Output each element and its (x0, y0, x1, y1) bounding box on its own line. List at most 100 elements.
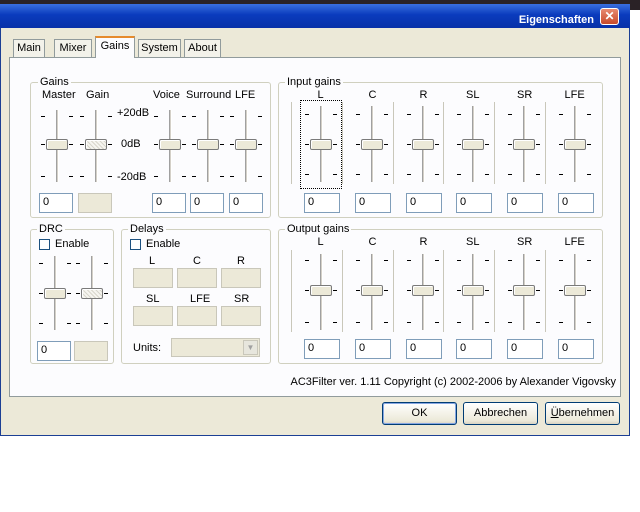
drc-enable-checkbox[interactable] (39, 239, 50, 250)
output-gain-slider-1-thumb[interactable] (361, 285, 383, 296)
input-gain-value-field-3[interactable]: 0 (456, 193, 492, 213)
output-gain-slider-0-tick-left (305, 322, 309, 323)
lfe-slider-tick-left (230, 176, 234, 177)
input-gain-slider-2-tick-left (407, 174, 411, 175)
output-gain-slider-4-tick-right (536, 290, 540, 291)
output-gain-slider-0-tick-right (333, 290, 337, 291)
input-gain-slider-0-tick-right (333, 114, 337, 115)
output-gain-slider-2-tick-right (435, 260, 439, 261)
drc-value-field[interactable]: 0 (37, 341, 71, 361)
input-gain-channel-label-2: R (419, 89, 428, 101)
input-gain-value-field-4[interactable]: 0 (507, 193, 543, 213)
drc-slider-1-thumb[interactable] (44, 288, 66, 299)
input-gain-slider-4-thumb[interactable] (513, 139, 535, 150)
surround-slider-tick-right (220, 116, 224, 117)
input-gain-slider-1-thumb[interactable] (361, 139, 383, 150)
tab-system[interactable]: System (138, 39, 181, 57)
apply-button[interactable]: Übernehmen (545, 402, 620, 425)
gain-slider-tick-right (108, 176, 112, 177)
input-gain-slider-1-tick-left (356, 174, 360, 175)
output-gain-slider-3-tick-left (457, 322, 461, 323)
surround-slider-tick-right (220, 176, 224, 177)
drc-second-field (74, 341, 108, 361)
output-gain-slider-2-tick-left (407, 322, 411, 323)
tab-main[interactable]: Main (13, 39, 45, 57)
delay-label-l: L (149, 255, 156, 267)
drc-slider-1-tick-left (39, 263, 43, 264)
surround-value-field[interactable]: 0 (190, 193, 224, 213)
output-gain-separator (291, 250, 292, 332)
gain-label: Gain (86, 89, 110, 101)
drc-title: DRC (37, 223, 65, 235)
output-gain-value-field-1[interactable]: 0 (355, 339, 391, 359)
lfe-slider-tick-right (258, 176, 262, 177)
close-button[interactable]: ✕ (600, 8, 619, 25)
output-gain-slider-4-tick-right (536, 322, 540, 323)
output-gain-value-field-4[interactable]: 0 (507, 339, 543, 359)
output-gain-value-field-2[interactable]: 0 (406, 339, 442, 359)
input-gain-slider-5-tick-right (587, 114, 591, 115)
tab-mixer[interactable]: Mixer (54, 39, 92, 57)
input-gain-slider-5-thumb[interactable] (564, 139, 586, 150)
output-gain-slider-4-thumb[interactable] (513, 285, 535, 296)
output-gain-slider-2-thumb[interactable] (412, 285, 434, 296)
voice-slider-tick-left (154, 116, 158, 117)
lfe-value-field[interactable]: 0 (229, 193, 263, 213)
voice-slider-thumb[interactable] (159, 139, 181, 150)
output-gain-channel-label-4: SR (517, 236, 533, 248)
input-gain-slider-2-tick-right (435, 174, 439, 175)
delays-enable-checkbox[interactable] (130, 239, 141, 250)
tab-about[interactable]: About (184, 39, 221, 57)
input-gain-slider-3-tick-left (457, 144, 461, 145)
master-value-field[interactable]: 0 (39, 193, 73, 213)
output-gain-slider-4-tick-left (508, 322, 512, 323)
gain-slider-thumb[interactable] (85, 139, 107, 150)
output-gain-slider-5-tick-right (587, 290, 591, 291)
output-gain-value-field-0[interactable]: 0 (304, 339, 340, 359)
cancel-button[interactable]: Abbrechen (463, 402, 538, 425)
drc-slider-1-tick-left (39, 293, 43, 294)
lfe-slider-thumb[interactable] (235, 139, 257, 150)
delay-field-c (177, 268, 217, 288)
output-gain-slider-3-thumb[interactable] (462, 285, 484, 296)
drc-slider-2-tick-left (76, 263, 80, 264)
input-gain-slider-4-tick-right (536, 114, 540, 115)
input-gain-slider-0-thumb[interactable] (310, 139, 332, 150)
surround-slider-thumb[interactable] (197, 139, 219, 150)
units-dropdown: ▼ (171, 338, 260, 357)
input-gain-value-field-1[interactable]: 0 (355, 193, 391, 213)
input-gain-slider-4-tick-left (508, 174, 512, 175)
scale-mid-label: 0dB (121, 138, 141, 150)
lfe-slider-tick-left (230, 144, 234, 145)
output-gain-slider-0-tick-left (305, 260, 309, 261)
input-gain-slider-2-thumb[interactable] (412, 139, 434, 150)
output-gain-channel-label-0: L (317, 236, 324, 248)
drc-slider-2-thumb[interactable] (81, 288, 103, 299)
gain-slider-tick-left (80, 176, 84, 177)
input-gain-value-field-5[interactable]: 0 (558, 193, 594, 213)
master-slider-tick-left (41, 176, 45, 177)
output-gain-slider-5-tick-left (559, 290, 563, 291)
tab-gains[interactable]: Gains (95, 36, 135, 58)
input-gain-value-field-2[interactable]: 0 (406, 193, 442, 213)
output-gain-value-field-3[interactable]: 0 (456, 339, 492, 359)
ok-button[interactable]: OK (382, 402, 457, 425)
delay-field-sr (221, 306, 261, 326)
output-gain-slider-0-thumb[interactable] (310, 285, 332, 296)
title-bar[interactable]: Eigenschaften (0, 4, 630, 28)
drc-slider-2-tick-right (104, 323, 108, 324)
delay-field-r (221, 268, 261, 288)
master-slider-thumb[interactable] (46, 139, 68, 150)
output-gain-slider-5-thumb[interactable] (564, 285, 586, 296)
input-gain-slider-0-tick-left (305, 174, 309, 175)
input-gain-value-field-0[interactable]: 0 (304, 193, 340, 213)
gain-value-field (78, 193, 112, 213)
scale-bottom-label: -20dB (117, 171, 147, 183)
voice-value-field[interactable]: 0 (152, 193, 186, 213)
input-gain-slider-3-thumb[interactable] (462, 139, 484, 150)
output-gain-slider-2-tick-left (407, 290, 411, 291)
output-gain-value-field-5[interactable]: 0 (558, 339, 594, 359)
input-gain-separator (545, 102, 546, 184)
input-gain-slider-5-tick-left (559, 144, 563, 145)
input-gain-slider-1-tick-left (356, 144, 360, 145)
